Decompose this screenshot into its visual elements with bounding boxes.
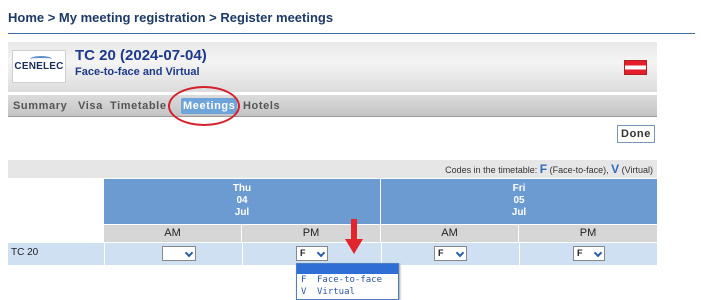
day-number: 04 — [236, 195, 248, 206]
dropdown-option-face-to-face[interactable]: F Face-to-face — [297, 274, 398, 286]
attendance-select-thu-pm[interactable]: F — [296, 246, 328, 261]
chevron-down-icon — [184, 248, 194, 258]
day-header-thu: Thu 04 Jul — [104, 179, 380, 224]
day-month: Jul — [234, 207, 250, 218]
cell-fri-pm: F — [519, 243, 657, 265]
attendance-select-fri-pm[interactable]: F — [573, 246, 605, 261]
day-month: Jul — [511, 207, 527, 218]
tab-timetable[interactable]: Timetable — [108, 98, 169, 114]
table-row: TC 20 F F F — [8, 243, 657, 265]
chevron-down-icon — [316, 248, 326, 258]
meeting-subtitle: Face-to-face and Virtual — [75, 66, 200, 78]
tab-bar: Summary Visa Timetable Meetings Hotels — [8, 95, 657, 117]
chevron-down-icon — [455, 248, 465, 258]
arrow-head-icon — [345, 239, 363, 254]
day-number: 05 — [513, 195, 525, 206]
half-day-fri-pm: PM — [519, 225, 657, 242]
highlight-ellipse — [168, 86, 240, 126]
code-v-desc: (Virtual) — [621, 165, 653, 175]
tab-hotels[interactable]: Hotels — [241, 98, 282, 114]
day-weekday: Fri — [512, 183, 526, 194]
cenelec-logo: CENELEC — [12, 50, 66, 83]
tab-summary[interactable]: Summary — [11, 98, 69, 114]
row-label: TC 20 — [11, 247, 39, 258]
code-f: F — [539, 162, 548, 176]
done-button[interactable]: Done — [617, 125, 655, 143]
meeting-header: CENELEC TC 20 (2024-07-04) Face-to-face … — [8, 42, 657, 92]
code-f-desc: (Face-to-face), — [549, 165, 609, 175]
select-value: F — [577, 248, 583, 258]
dropdown-option-virtual[interactable]: V Virtual — [297, 286, 398, 298]
option-label: Face-to-face — [317, 275, 383, 285]
attendance-dropdown-menu: F Face-to-face V Virtual — [296, 263, 399, 300]
austria-flag-icon — [624, 60, 647, 75]
day-header-fri: Fri 05 Jul — [381, 179, 657, 224]
tab-visa[interactable]: Visa — [76, 98, 105, 114]
logo-mark-icon — [30, 56, 52, 62]
breadcrumb: Home > My meeting registration > Registe… — [8, 10, 695, 34]
chevron-down-icon — [593, 248, 603, 258]
header-empty-cell — [8, 179, 103, 224]
attendance-select-thu-am[interactable] — [162, 246, 196, 261]
half-day-fri-am: AM — [381, 225, 518, 242]
select-value: F — [300, 248, 306, 258]
dropdown-option-blank[interactable] — [297, 264, 398, 274]
code-v: V — [611, 162, 620, 176]
codes-legend: Codes in the timetable: F (Face-to-face)… — [8, 160, 657, 178]
meeting-title: TC 20 (2024-07-04) — [75, 47, 207, 64]
attendance-select-fri-am[interactable]: F — [434, 246, 467, 261]
day-weekday: Thu — [232, 183, 252, 194]
option-label: Virtual — [317, 287, 355, 297]
cell-fri-am: F — [381, 243, 518, 265]
option-code: F — [301, 275, 307, 285]
logo-text: CENELEC — [14, 61, 64, 72]
option-code: V — [301, 287, 307, 297]
arrow-down-icon — [351, 219, 357, 241]
select-value: F — [438, 248, 444, 258]
half-day-thu-am: AM — [104, 225, 241, 242]
cell-thu-am — [104, 243, 241, 265]
codes-prefix: Codes in the timetable: — [445, 165, 538, 175]
